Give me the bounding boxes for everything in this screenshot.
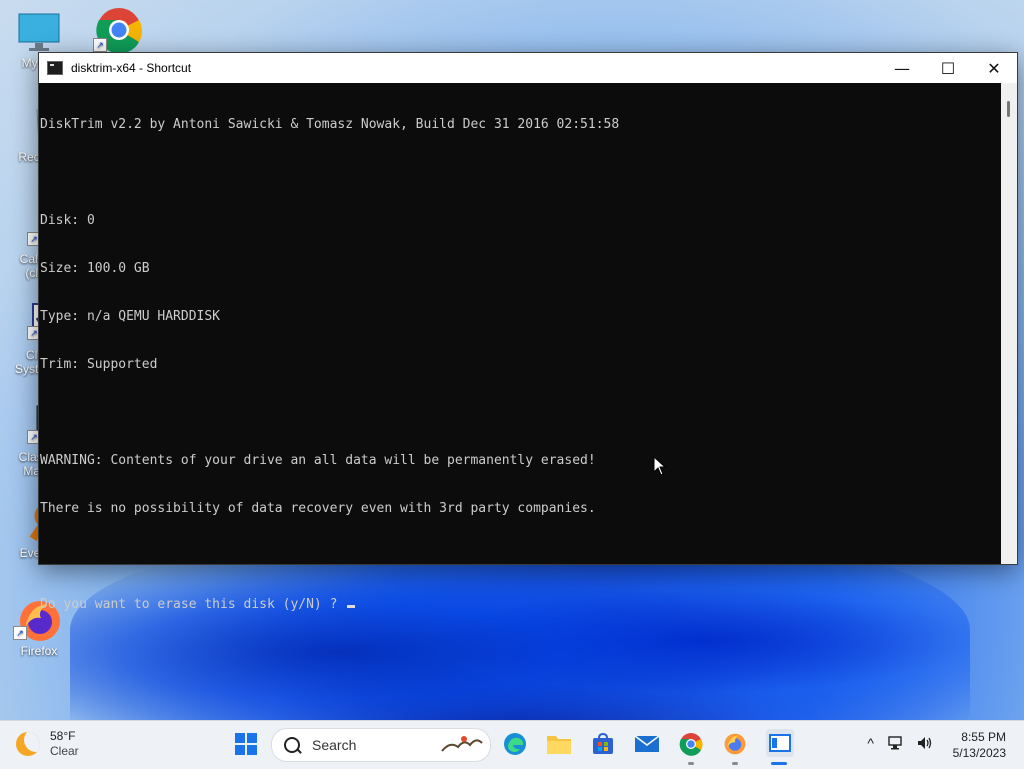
- maximize-button[interactable]: ☐: [925, 53, 971, 83]
- taskbar-clock[interactable]: 8:55 PM 5/13/2023: [953, 729, 1006, 761]
- taskbar: 58°F Clear Search ^ 8:55 PM 5/13/2023: [0, 720, 1024, 769]
- search-label: Search: [312, 737, 357, 753]
- weather-description: Clear: [50, 744, 79, 758]
- taskbar-console-active[interactable]: [766, 729, 794, 757]
- mouse-pointer-icon: [653, 456, 667, 476]
- chrome-icon: [679, 733, 703, 756]
- console-app-icon: [47, 61, 63, 75]
- taskbar-firefox[interactable]: [722, 731, 748, 757]
- clock-time: 8:55 PM: [961, 730, 1006, 744]
- show-hidden-icons-chevron[interactable]: ^: [867, 735, 874, 751]
- volume-icon[interactable]: [916, 735, 934, 751]
- window-titlebar[interactable]: disktrim-x64 - Shortcut — ☐ ✕: [39, 53, 1017, 83]
- store-icon: [593, 733, 613, 754]
- console-line: WARNING: Contents of your drive an all d…: [40, 453, 596, 468]
- mail-icon: [634, 735, 660, 752]
- system-tray: ^: [867, 735, 934, 751]
- close-button[interactable]: ✕: [971, 53, 1017, 83]
- search-highlight-birds-icon: [441, 736, 483, 752]
- running-indicator: [732, 762, 738, 765]
- taskbar-chrome[interactable]: [678, 731, 704, 757]
- moon-icon: [16, 732, 40, 756]
- folder-icon: [547, 736, 571, 754]
- console-line: Disk: 0: [40, 213, 95, 228]
- weather-widget[interactable]: 58°F Clear: [16, 729, 79, 759]
- console-line: There is no possibility of data recovery…: [40, 501, 596, 516]
- taskbar-search-box[interactable]: Search: [271, 728, 491, 762]
- network-icon[interactable]: [886, 735, 904, 751]
- console-window-icon: [769, 734, 791, 752]
- search-icon: [284, 737, 300, 753]
- console-prompt: Do you want to erase this disk (y/N) ?: [40, 597, 346, 612]
- console-prompt-line[interactable]: Do you want to erase this disk (y/N) ?: [40, 597, 1001, 613]
- console-scrollbar[interactable]: [1001, 83, 1017, 564]
- weather-temperature: 58°F: [50, 729, 76, 743]
- minimize-button[interactable]: —: [879, 53, 925, 83]
- start-button[interactable]: [233, 731, 259, 757]
- taskbar-store[interactable]: [590, 731, 616, 757]
- firefox-icon: [724, 733, 746, 755]
- console-window[interactable]: disktrim-x64 - Shortcut — ☐ ✕ DiskTrim v…: [38, 52, 1018, 612]
- taskbar-file-explorer[interactable]: [546, 731, 572, 757]
- edge-icon: [504, 733, 526, 755]
- monitor-icon: [17, 10, 61, 54]
- console-line: Size: 100.0 GB: [40, 261, 150, 276]
- chrome-icon: ↗: [93, 6, 142, 54]
- console-line: Type: n/a QEMU HARDDISK: [40, 309, 221, 324]
- clock-date: 5/13/2023: [952, 746, 1006, 760]
- scrollbar-thumb[interactable]: [1007, 101, 1010, 117]
- shortcut-arrow-icon: ↗: [13, 626, 27, 640]
- active-app-indicator: [771, 762, 787, 765]
- window-title: disktrim-x64 - Shortcut: [71, 61, 192, 75]
- windows-logo-icon: [234, 732, 258, 756]
- shortcut-arrow-icon: ↗: [93, 38, 107, 52]
- taskbar-mail[interactable]: [634, 731, 660, 757]
- console-line: DiskTrim v2.2 by Antoni Sawicki & Tomasz…: [40, 117, 620, 132]
- running-indicator: [688, 762, 694, 765]
- taskbar-edge[interactable]: [502, 731, 528, 757]
- desktop-icon-chrome[interactable]: ↗: [82, 6, 152, 54]
- text-cursor: [347, 605, 356, 608]
- console-line: Trim: Supported: [40, 357, 158, 372]
- desktop-icon-label: Firefox: [20, 644, 58, 658]
- console-output[interactable]: DiskTrim v2.2 by Antoni Sawicki & Tomasz…: [39, 83, 1001, 612]
